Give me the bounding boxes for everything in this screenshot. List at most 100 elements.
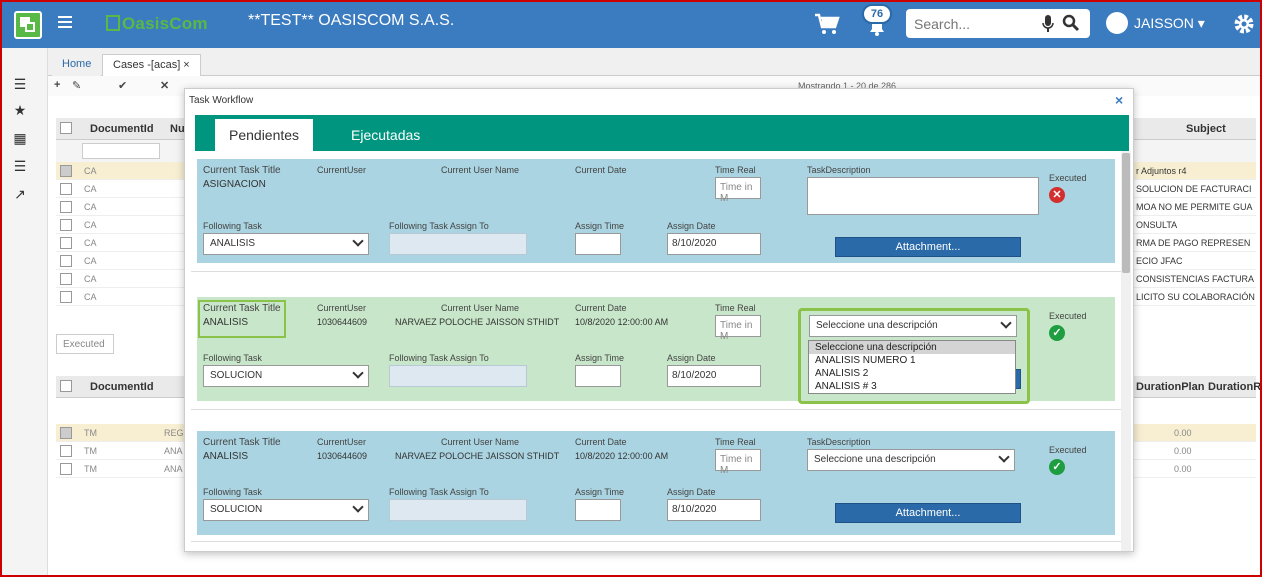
assign-to-input[interactable] [389,499,527,521]
assign-date-input[interactable]: 8/10/2020 [667,233,761,255]
attachment-button[interactable]: Attachment... [835,503,1021,523]
label-following-task: Following Task [203,487,262,497]
tab-home[interactable]: Home [52,54,102,76]
company-title: **TEST** OASISCOM S.A.S. [248,12,455,29]
favorites-star-icon[interactable]: ★ [12,102,28,118]
task-card: Current Task Title ASIGNACION CurrentUse… [197,159,1115,263]
assign-time-input[interactable] [575,499,621,521]
row-checkbox[interactable] [60,219,72,231]
close-icon[interactable]: × [1115,92,1123,108]
label-following-task: Following Task [203,221,262,231]
label-assign-date: Assign Date [667,487,716,497]
notifications-count-badge[interactable]: 76 [862,4,892,24]
search-icon[interactable] [1062,14,1080,32]
assign-time-input[interactable] [575,233,621,255]
highlight-annotation [198,300,286,338]
label-current-user-name: Current User Name [441,165,520,175]
row-checkbox[interactable] [60,183,72,195]
time-real-input[interactable]: Time in M [715,315,761,342]
tab-cases[interactable]: Cases -[acas] × [102,54,201,76]
column-header-documentid[interactable]: DocumentId [90,123,154,135]
column-header-durationplan[interactable]: DurationPlan [1136,381,1204,393]
search-input[interactable] [914,14,1034,33]
label-task-description: TaskDescription [807,165,871,175]
label-following-task-assign-to: Following Task Assign To [389,487,489,497]
label-time-real: Time Real [715,303,756,313]
assign-time-input[interactable] [575,365,621,387]
label-current-user: CurrentUser [317,165,367,175]
tab-executed[interactable]: Executed [56,334,114,354]
list-view-icon[interactable]: ☰ [12,158,28,174]
time-real-input[interactable]: Time in M [715,177,761,204]
label-executed: Executed [1049,311,1087,321]
current-user-value: 1030644609 [317,451,368,461]
following-task-select[interactable]: SOLUCION [203,499,369,521]
task-description-textarea[interactable] [807,177,1039,215]
assign-date-input[interactable]: 8/10/2020 [667,365,761,387]
modal-title: Task Workflow [189,95,254,106]
save-icon[interactable]: ✔ [118,79,127,92]
label-current-task-title: Current Task Title [203,437,281,448]
menu-hamburger-icon[interactable] [58,16,72,30]
row-checkbox[interactable] [60,255,72,267]
label-time-real: Time Real [715,165,756,175]
row-checkbox[interactable] [60,237,72,249]
label-time-real: Time Real [715,437,756,447]
row-checkbox[interactable] [60,445,72,457]
chart-line-icon[interactable]: ↗ [12,186,28,202]
executed-check-icon: ✓ [1049,459,1065,475]
user-menu[interactable]: JAISSON ▾ [1106,12,1205,34]
assign-date-input[interactable]: 8/10/2020 [667,499,761,521]
page-tabs: Home Cases -[acas] × [48,48,1260,76]
label-assign-date: Assign Date [667,221,716,231]
row-checkbox[interactable] [60,201,72,213]
settings-gear-icon[interactable] [1232,12,1256,36]
following-task-select[interactable]: SOLUCION [203,365,369,387]
label-current-user-name: Current User Name [441,303,520,313]
column-header-subject[interactable]: Subject [1186,123,1226,135]
row-checkbox[interactable] [60,273,72,285]
row-checkbox[interactable] [60,427,72,439]
column-header-documentid[interactable]: DocumentId [90,381,154,393]
edit-icon[interactable]: ✎ [72,79,81,92]
column-header-number[interactable]: Nu [170,123,185,135]
modal-scrollbar[interactable] [1121,151,1131,551]
assign-to-input[interactable] [389,233,527,255]
shopping-cart-icon[interactable] [814,13,840,35]
user-name: JAISSON ▾ [1134,15,1205,31]
column-header-durationreal[interactable]: DurationRe [1208,381,1260,393]
task-description-select[interactable]: Seleccione una descripción [807,449,1015,471]
tab-ejecutadas[interactable]: Ejecutadas [337,119,434,151]
menu-list-icon[interactable]: ☰ [12,76,28,92]
row-checkbox[interactable] [60,165,72,177]
search-bar [906,9,1090,38]
apps-grid-icon[interactable] [14,11,42,39]
row-checkbox[interactable] [60,291,72,303]
label-assign-time: Assign Time [575,353,625,363]
label-following-task-assign-to: Following Task Assign To [389,221,489,231]
not-executed-x-icon: ✕ [1049,187,1065,203]
oasiscom-logo: OasisCom [106,14,208,36]
following-task-select[interactable]: ANALISIS [203,233,369,255]
delete-icon[interactable]: ✕ [160,79,169,92]
calendar-icon[interactable]: ▦ [12,130,28,146]
chevron-down-icon [352,367,364,379]
microphone-icon[interactable] [1042,15,1054,33]
current-date-value: 10/8/2020 12:00:00 AM [575,317,669,327]
current-user-name-value: NARVAEZ POLOCHE JAISSON STHIDT [395,317,560,327]
select-all-checkbox[interactable] [60,122,72,134]
app-frame: OasisCom **TEST** OASISCOM S.A.S. 76 Sea… [0,0,1262,577]
documentid-filter-input[interactable] [82,143,160,159]
label-assign-date: Assign Date [667,353,716,363]
add-icon[interactable]: + [54,79,60,91]
tab-pendientes[interactable]: Pendientes [215,119,314,151]
assign-to-input[interactable] [389,365,527,387]
row-checkbox[interactable] [60,463,72,475]
top-navbar: OasisCom **TEST** OASISCOM S.A.S. 76 Sea… [2,2,1260,48]
task-card: Current Task Title ANALISIS CurrentUser … [197,431,1115,535]
attachment-button[interactable]: Attachment... [835,237,1021,257]
select-all-checkbox[interactable] [60,380,72,392]
label-assign-time: Assign Time [575,487,625,497]
label-current-date: Current Date [575,437,627,447]
time-real-input[interactable]: Time in M [715,449,761,476]
